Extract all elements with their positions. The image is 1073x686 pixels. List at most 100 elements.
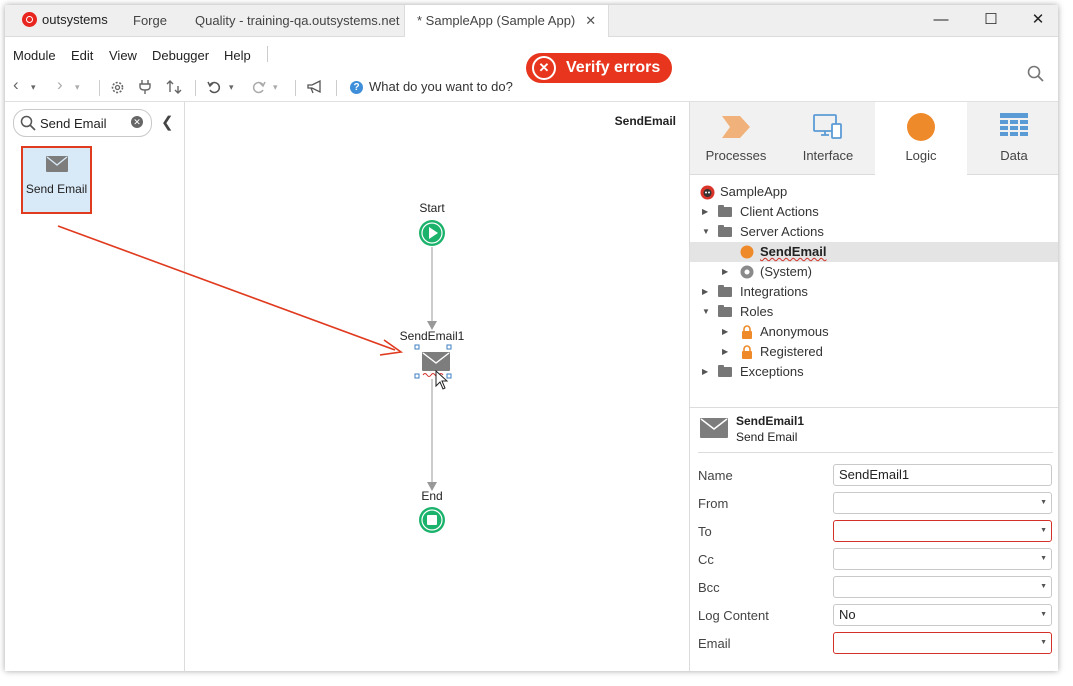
minimize-button[interactable]: — [921, 5, 961, 33]
menu-view[interactable]: View [109, 48, 137, 63]
tab-quality[interactable]: Quality - training-qa.outsystems.net [195, 5, 399, 36]
logo-text: outsystems [42, 12, 108, 27]
maximize-button[interactable]: ☐ [971, 5, 1011, 33]
publish-arrows-icon[interactable] [166, 80, 182, 94]
layer-tabs: Processes Interface Logic Data [690, 102, 1058, 175]
prop-label-email: Email [698, 636, 731, 651]
menu-module[interactable]: Module [13, 48, 56, 63]
forward-button[interactable]: › [57, 75, 63, 95]
forward-dropdown-icon[interactable]: ▾ [75, 82, 80, 93]
connector-top [427, 247, 437, 330]
expand-arrow-icon[interactable]: ▶ [702, 362, 708, 382]
toolbar-divider [336, 80, 337, 96]
expand-arrow-icon[interactable]: ▶ [722, 342, 728, 362]
to-field[interactable]: ▼ [833, 520, 1052, 542]
toolbar: ‹ ▾ › ▾ ▾ ▾ ? What do you want to do? [5, 65, 1058, 101]
dropdown-arrow-icon: ▼ [1040, 639, 1047, 646]
app-icon [700, 185, 715, 200]
toolbox-item-label: Send Email [25, 182, 88, 196]
folder-icon [718, 285, 732, 297]
megaphone-icon[interactable] [307, 80, 323, 94]
menu-debugger[interactable]: Debugger [152, 48, 209, 63]
undo-dropdown-icon[interactable]: ▾ [229, 82, 234, 93]
collapse-panel-icon[interactable]: ❮ [161, 113, 174, 131]
tab-close-icon[interactable]: ✕ [585, 13, 596, 28]
dropdown-arrow-icon: ▼ [1040, 527, 1047, 534]
expand-arrow-icon[interactable]: ▶ [722, 322, 728, 342]
properties-subtitle: Send Email [736, 430, 798, 444]
tab-label: Forge [133, 13, 167, 28]
prop-label-from: From [698, 496, 729, 511]
flow-canvas[interactable]: SendEmail Start SendEmail1 End [185, 102, 688, 671]
cc-field[interactable]: ▼ [833, 548, 1052, 570]
tab-data[interactable]: Data [968, 102, 1058, 174]
prop-label-name: Name [698, 468, 733, 483]
clear-search-icon[interactable]: ✕ [131, 116, 143, 128]
outsystems-logo[interactable]: outsystems [22, 12, 108, 27]
collapse-arrow-icon[interactable]: ▼ [702, 302, 710, 322]
menu-edit[interactable]: Edit [71, 48, 93, 63]
tree-label: SendEmail [760, 244, 827, 259]
toolbox-search-input[interactable]: Send Email ✕ [13, 109, 152, 137]
tree-label: Integrations [740, 284, 808, 299]
logic-icon [907, 113, 935, 141]
start-node-icon[interactable] [418, 219, 446, 247]
search-icon[interactable] [1027, 65, 1045, 83]
tree-item-system[interactable]: ▶ (System) [690, 262, 1058, 282]
maximize-icon: ☐ [984, 11, 998, 28]
close-button[interactable]: ✕ [1018, 5, 1058, 33]
expand-arrow-icon[interactable]: ▶ [702, 282, 708, 302]
start-label: Start [419, 201, 445, 215]
from-field[interactable]: ▼ [833, 492, 1052, 514]
title-bar: outsystems Forge Quality - training-qa.o… [5, 5, 1058, 37]
email-field[interactable]: ▼ [833, 632, 1052, 654]
tree-item-roles[interactable]: ▼ Roles [690, 302, 1058, 322]
server-action-icon [740, 245, 754, 259]
tree-item-registered[interactable]: ▶ Registered [690, 342, 1058, 362]
tab-processes[interactable]: Processes [690, 102, 782, 174]
back-dropdown-icon[interactable]: ▾ [31, 82, 36, 93]
name-field[interactable]: SendEmail1 [833, 464, 1052, 486]
open-folder-icon [718, 225, 732, 237]
tab-forge[interactable]: Forge [133, 5, 167, 36]
tab-label: Logic [905, 148, 937, 163]
collapse-arrow-icon[interactable]: ▼ [702, 222, 710, 242]
tree-item-sampleapp[interactable]: SampleApp [690, 182, 1058, 202]
field-value: SendEmail1 [839, 467, 910, 482]
end-label: End [421, 489, 443, 503]
plug-icon[interactable] [139, 79, 151, 95]
expand-arrow-icon[interactable]: ▶ [702, 202, 708, 222]
gear-icon[interactable] [110, 80, 125, 95]
tree-item-integrations[interactable]: ▶ Integrations [690, 282, 1058, 302]
field-value: No [839, 607, 856, 622]
end-node-icon[interactable] [418, 506, 446, 534]
tree-item-sendemail[interactable]: SendEmail [690, 242, 1058, 262]
tree-label: SampleApp [720, 184, 788, 199]
tab-sampleapp[interactable]: * SampleApp (Sample App) ✕ [404, 5, 610, 37]
redo-icon[interactable] [251, 80, 266, 95]
tree-item-server-actions[interactable]: ▼ Server Actions [690, 222, 1058, 242]
divider [690, 407, 1058, 408]
expand-arrow-icon[interactable]: ▶ [722, 262, 728, 282]
menu-help[interactable]: Help [224, 48, 251, 63]
minimize-icon: — [933, 10, 949, 28]
log-content-select[interactable]: No ▼ [833, 604, 1052, 626]
redo-dropdown-icon[interactable]: ▾ [273, 82, 278, 93]
tree-item-exceptions[interactable]: ▶ Exceptions [690, 362, 1058, 382]
toolbar-divider [99, 80, 100, 96]
help-search[interactable]: ? What do you want to do? [350, 79, 513, 95]
back-button[interactable]: ‹ [13, 75, 19, 95]
undo-icon[interactable] [207, 80, 222, 95]
toolbox-send-email[interactable]: Send Email [21, 146, 92, 214]
open-folder-icon [718, 305, 732, 317]
menu-divider [267, 46, 268, 62]
tree-item-client-actions[interactable]: ▶ Client Actions [690, 202, 1058, 222]
envelope-icon [46, 156, 68, 172]
tab-interface[interactable]: Interface [782, 102, 874, 174]
prop-label-cc: Cc [698, 552, 714, 567]
tab-logic[interactable]: Logic [875, 102, 967, 175]
bcc-field[interactable]: ▼ [833, 576, 1052, 598]
tree-item-anonymous[interactable]: ▶ Anonymous [690, 322, 1058, 342]
tab-label: Quality - training-qa.outsystems.net [195, 13, 400, 28]
prop-label-log-content: Log Content [698, 608, 769, 623]
